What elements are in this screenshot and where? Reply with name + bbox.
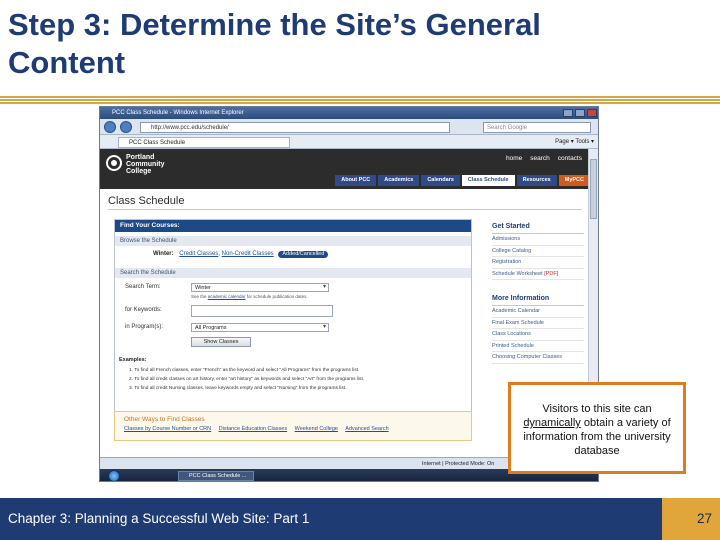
back-icon[interactable] [104, 121, 116, 133]
search-band: Search the Schedule [115, 268, 471, 278]
address-bar-row: http://www.pcc.edu/schedule/ Search Goog… [100, 119, 598, 135]
other-ways-links: Classes by Course Number or CRN Distance… [124, 426, 395, 432]
address-input[interactable]: http://www.pcc.edu/schedule/ [140, 122, 450, 133]
keywords-label: for Keywords: [125, 307, 162, 313]
sidebar-link-admissions[interactable]: Admissions [492, 234, 584, 246]
course-number-link[interactable]: Classes by Course Number or CRN [124, 426, 211, 432]
search-term-select[interactable]: Winter [191, 283, 329, 292]
credit-classes-link[interactable]: Credit Classes [179, 251, 218, 257]
nav-academics[interactable]: Academics [378, 175, 420, 186]
advanced-search-link[interactable]: Advanced Search [345, 426, 388, 432]
browser-title-bar: PCC Class Schedule - Windows Internet Ex… [100, 107, 598, 119]
sidebar-link-computer-classes[interactable]: Choosing Computer Classes [492, 352, 584, 364]
maximize-icon[interactable] [575, 109, 585, 117]
page-heading: Class Schedule [108, 195, 185, 207]
keywords-input[interactable] [191, 305, 333, 317]
programs-label: in Program(s): [125, 324, 164, 330]
title-rule [0, 96, 720, 104]
distance-ed-link[interactable]: Distance Education Classes [219, 426, 287, 432]
slide-title: Step 3: Determine the Site’s General Con… [8, 7, 541, 80]
sidebar-link-catalog[interactable]: College Catalog [492, 246, 584, 257]
sidebar-link-class-locations[interactable]: Class Locations [492, 329, 584, 341]
other-ways-header: Other Ways to Find Classes [124, 416, 205, 423]
footer-bar: Chapter 3: Planning a Successful Web Sit… [0, 498, 662, 540]
browser-window-title: PCC Class Schedule - Windows Internet Ex… [112, 110, 244, 116]
sidebar-link-registration[interactable]: Registration [492, 257, 584, 269]
term-hint-prefix: See the [191, 294, 208, 299]
callout-underlined-word: dynamically [523, 417, 581, 429]
page-number: 27 [662, 498, 720, 540]
browser-tab-row: PCC Class Schedule Page ▾ Tools ▾ [100, 135, 598, 149]
minimize-icon[interactable] [563, 109, 573, 117]
other-ways-panel: Other Ways to Find Classes Classes by Co… [114, 411, 472, 441]
scrollbar-thumb[interactable] [590, 159, 597, 219]
nav-class-schedule[interactable]: Class Schedule [461, 175, 515, 186]
browse-band: Browse the Schedule [115, 236, 471, 246]
search-input[interactable]: Search Google [483, 122, 591, 133]
sidebar-link-worksheet[interactable]: Schedule Worksheet [PDF] [492, 269, 584, 280]
non-credit-classes-link[interactable]: Non-Credit Classes [222, 251, 274, 257]
pdf-tag: [PDF] [544, 270, 559, 277]
example-2: 2. To find all credit classes on art his… [129, 377, 365, 382]
example-1: 1. To find all French classes, enter "Fr… [129, 368, 360, 373]
browser-tools-menu[interactable]: Page ▾ Tools ▾ [555, 137, 594, 147]
callout-text-start: Visitors to this site can [542, 403, 652, 415]
programs-select[interactable]: All Programs [191, 323, 329, 332]
taskbar-window-button[interactable]: PCC Class Schedule ... [178, 471, 254, 481]
util-link-search[interactable]: search [530, 155, 550, 162]
added-cancelled-button[interactable]: Added/Cancelled [278, 251, 329, 258]
find-courses-header: Find Your Courses: [115, 220, 471, 232]
find-courses-panel: Find Your Courses: Browse the Schedule W… [114, 219, 472, 431]
forward-icon[interactable] [120, 121, 132, 133]
sidebar-link-printed-schedule[interactable]: Printed Schedule [492, 341, 584, 352]
worksheet-label[interactable]: Schedule Worksheet [492, 271, 543, 277]
winter-term-links: Winter: Credit Classes, Non-Credit Class… [153, 251, 329, 258]
start-icon[interactable] [108, 470, 120, 481]
more-info-header: More Information [492, 295, 584, 306]
weekend-college-link[interactable]: Weekend College [295, 426, 338, 432]
term-hint: See the academic calendar for schedule p… [191, 294, 308, 299]
site-logo-text[interactable]: Portland Community College [126, 154, 186, 175]
heading-divider [108, 209, 582, 210]
util-link-home[interactable]: home [506, 155, 522, 162]
callout-box: Visitors to this site can dynamically ob… [508, 382, 686, 474]
browser-tab[interactable]: PCC Class Schedule [118, 137, 290, 148]
examples-label: Examples: [119, 357, 147, 363]
nav-resources[interactable]: Resources [516, 175, 557, 186]
sidebar-link-academic-calendar[interactable]: Academic Calendar [492, 306, 584, 318]
term-label: Winter: [153, 251, 174, 257]
site-header: Portland Community College home search c… [100, 149, 590, 189]
sidebar-link-final-exam[interactable]: Final Exam Schedule [492, 318, 584, 329]
more-info-section: More Information Academic Calendar Final… [492, 295, 584, 364]
example-3: 3. To find all credit Nursing classes, l… [129, 386, 347, 391]
show-classes-button[interactable]: Show Classes [191, 337, 251, 347]
nav-calendars[interactable]: Calendars [421, 175, 460, 186]
util-link-contacts[interactable]: contacts [558, 155, 582, 162]
nav-mypcc[interactable]: MyPCC [558, 175, 590, 186]
window-controls [563, 109, 597, 117]
academic-calendar-link[interactable]: academic calendar [208, 294, 246, 299]
close-icon[interactable] [587, 109, 597, 117]
search-term-label: Search Term: [125, 284, 161, 290]
site-nav: About PCC Academics Calendars Class Sche… [335, 175, 590, 186]
term-hint-suffix: for schedule publication dates. [245, 294, 308, 299]
nav-about[interactable]: About PCC [335, 175, 377, 186]
get-started-section: Get Started Admissions College Catalog R… [492, 223, 584, 280]
utility-links: home search contacts [506, 155, 582, 162]
pcc-logo-icon[interactable] [106, 155, 122, 171]
get-started-header: Get Started [492, 223, 584, 234]
